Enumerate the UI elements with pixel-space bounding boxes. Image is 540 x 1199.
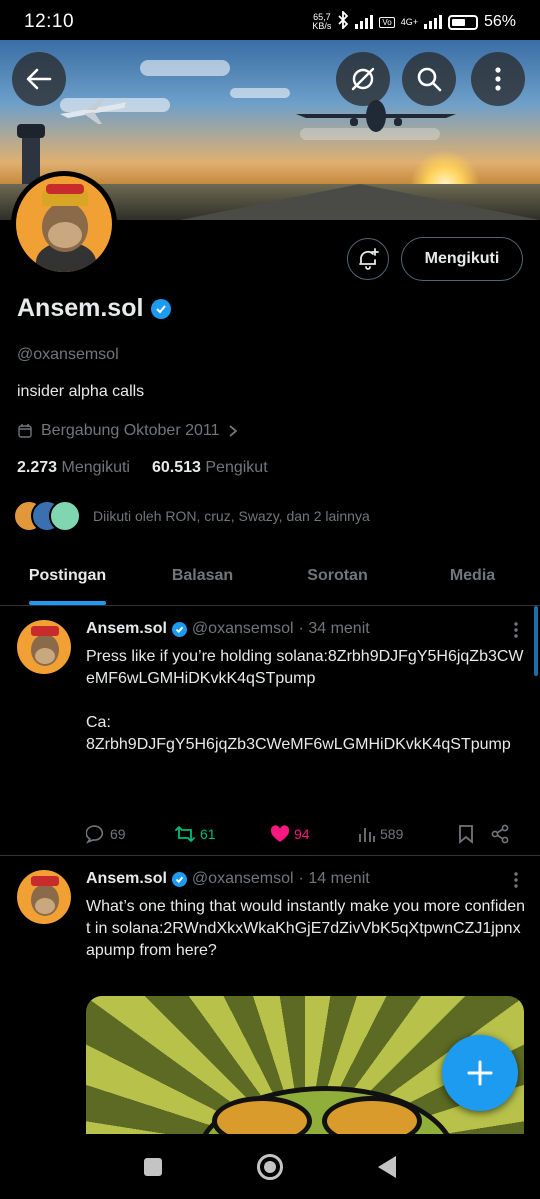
display-name: Ansem.sol (17, 294, 172, 323)
follow-stats: 2.273 Mengikuti 60.513 Pengikut (17, 459, 268, 477)
views-chart-icon (359, 828, 375, 842)
follower-avatar (49, 500, 81, 532)
profile-bio: insider alpha calls (17, 383, 145, 400)
home-button[interactable] (257, 1153, 283, 1180)
profile-handle: @oxansemsol (17, 346, 119, 363)
verified-badge-icon[interactable] (151, 298, 172, 319)
share-button[interactable] (490, 824, 520, 844)
search-icon (417, 67, 442, 92)
recents-button[interactable] (144, 1157, 162, 1176)
grok-icon (351, 67, 375, 91)
post-header: Ansem.sol @oxansemsol · 14 menit (86, 870, 370, 888)
heart-filled-icon (270, 825, 290, 842)
post-author-name[interactable]: Ansem.sol (86, 870, 167, 888)
chevron-right-icon (228, 425, 237, 437)
bluetooth-icon (337, 9, 349, 33)
bookmark-icon (459, 825, 473, 844)
post-timestamp: · 34 menit (298, 620, 370, 637)
repost-icon (175, 826, 195, 842)
post-author-handle: @oxansemsol (191, 870, 294, 887)
post-avatar[interactable] (17, 620, 71, 674)
post-text: Press like if you’re holding solana:8Zrb… (86, 648, 524, 753)
more-options-button[interactable] (471, 52, 525, 106)
followed-by-text: Diikuti oleh RON, cruz, Swazy, dan 2 lai… (93, 508, 370, 524)
views-button[interactable]: 589 (358, 825, 458, 843)
grok-button[interactable] (336, 52, 390, 106)
post-avatar[interactable] (17, 870, 71, 924)
post-text: What’s one thing that would instantly ma… (86, 898, 526, 959)
battery-icon (447, 14, 478, 30)
tab-media[interactable]: Media (405, 546, 540, 605)
plus-icon (467, 1060, 493, 1086)
post-header: Ansem.sol @oxansemsol · 34 menit (86, 620, 370, 638)
battery-percent: 56% (483, 13, 516, 30)
post-more-button[interactable] (514, 872, 518, 891)
arrow-left-icon (26, 68, 52, 90)
profile-avatar[interactable] (11, 171, 117, 277)
profile-tabs: Postingan Balasan Sorotan Media (0, 546, 540, 606)
post-author-name[interactable]: Ansem.sol (86, 620, 167, 638)
share-icon (491, 824, 509, 844)
status-bar: 12:10 65,7 KB/s Vo 4G+ 56% (0, 0, 540, 44)
reply-icon (86, 825, 104, 844)
calendar-icon (18, 424, 32, 438)
post-author-handle: @oxansemsol (191, 620, 294, 637)
post-more-button[interactable] (514, 622, 518, 641)
reply-button[interactable]: 69 (86, 824, 174, 844)
bell-plus-icon (359, 248, 379, 270)
scrollbar[interactable] (534, 606, 538, 676)
system-nav-bar (0, 1134, 540, 1199)
back-button[interactable] (12, 52, 66, 106)
tab-balasan[interactable]: Balasan (135, 546, 270, 605)
repost-button[interactable]: 61 (174, 825, 270, 843)
join-date: Bergabung Oktober 2011 (17, 422, 238, 440)
notification-bell-button[interactable] (347, 238, 389, 280)
network-speed: 65,7 KB/s (312, 12, 332, 31)
like-button[interactable]: 94 (270, 825, 358, 843)
post-actions: 69 61 94 589 (86, 824, 520, 844)
post[interactable]: Ansem.sol @oxansemsol · 34 menit Press l… (0, 606, 540, 856)
tab-postingan[interactable]: Postingan (0, 546, 135, 605)
verified-badge-icon (171, 621, 187, 637)
volte-icon: Vo (379, 16, 395, 28)
post-timestamp: · 14 menit (298, 870, 370, 887)
following-stat[interactable]: 2.273 Mengikuti (17, 459, 130, 477)
search-button[interactable] (402, 52, 456, 106)
following-button[interactable]: Mengikuti (401, 237, 523, 281)
network-type: 4G+ (400, 17, 418, 27)
followers-stat[interactable]: 60.513 Pengikut (152, 459, 268, 477)
compose-post-button[interactable] (442, 1035, 518, 1111)
more-vertical-icon (514, 872, 518, 888)
verified-badge-icon (171, 871, 187, 887)
tab-sorotan[interactable]: Sorotan (270, 546, 405, 605)
more-vertical-icon (495, 67, 501, 91)
bookmark-button[interactable] (458, 824, 490, 844)
signal-icon-2 (423, 15, 442, 29)
signal-icon (355, 15, 374, 29)
back-nav-button[interactable] (378, 1155, 396, 1178)
status-time: 12:10 (24, 11, 75, 32)
followed-by-row[interactable]: Diikuti oleh RON, cruz, Swazy, dan 2 lai… (13, 500, 370, 532)
more-vertical-icon (514, 622, 518, 638)
